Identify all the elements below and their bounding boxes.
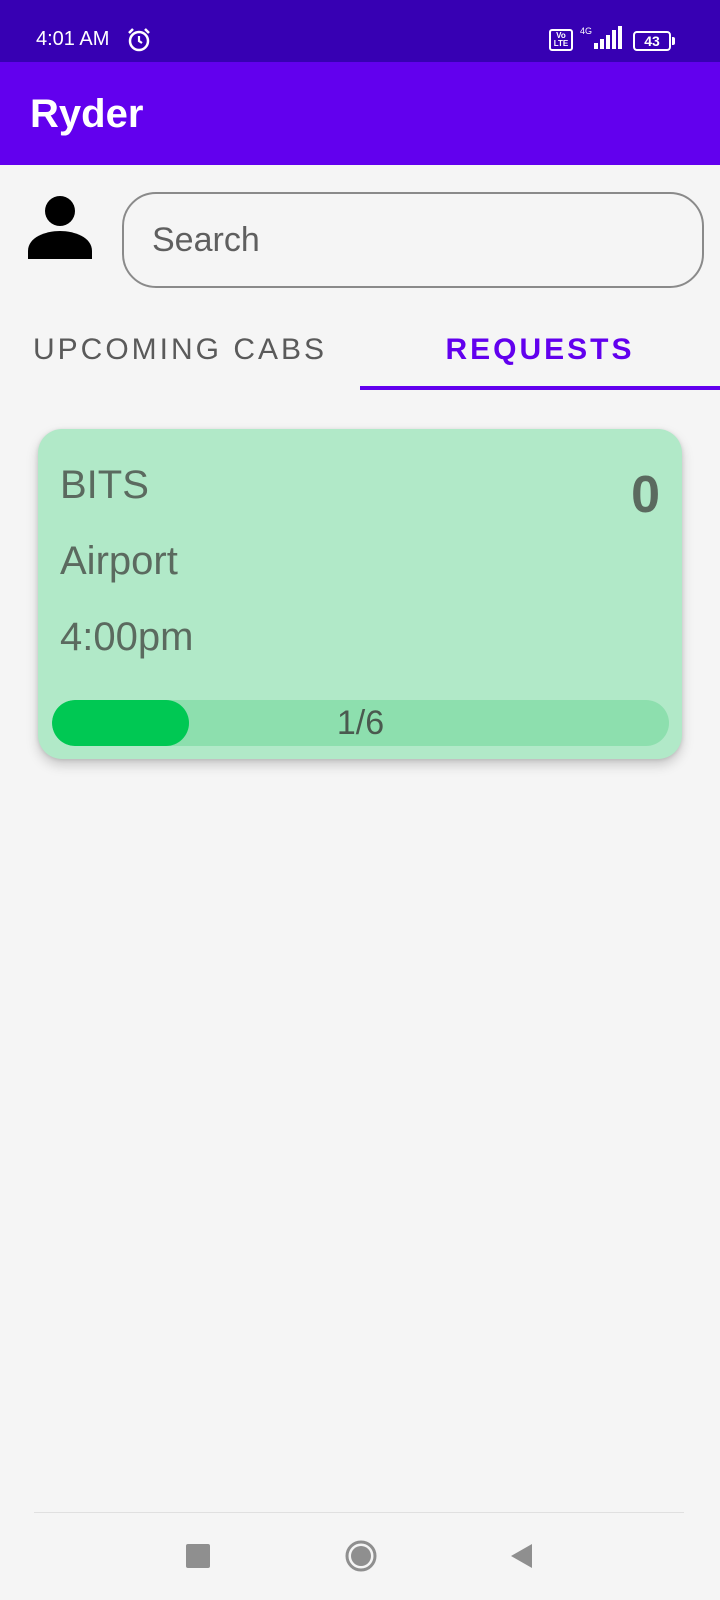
volte-icon: Vo LTE [549, 29, 573, 51]
tab-upcoming-cabs[interactable]: UPCOMING CABS [0, 310, 360, 390]
navigation-bar [0, 1513, 720, 1600]
battery-icon: 43 [633, 31, 675, 51]
tab-indicator [360, 386, 720, 390]
back-icon[interactable] [508, 1541, 534, 1571]
ride-request-card[interactable]: BITS Airport 4:00pm 0 1/6 [38, 429, 682, 759]
volte-line2: LTE [553, 39, 569, 48]
card-time: 4:00pm [60, 615, 194, 659]
tab-bar: UPCOMING CABS REQUESTS [0, 310, 720, 390]
alarm-icon [128, 28, 150, 52]
battery-level: 43 [633, 31, 671, 51]
status-bar: 4:01 AM Vo LTE 4G 43 [0, 0, 720, 62]
card-to: Airport [60, 539, 178, 583]
home-icon[interactable] [344, 1539, 378, 1573]
seats-progress-bar: 1/6 [52, 700, 669, 746]
search-input[interactable] [122, 192, 704, 288]
signal-icon: 4G [580, 26, 622, 49]
network-type-label: 4G [580, 26, 592, 36]
card-count: 0 [631, 466, 660, 524]
app-title: Ryder [30, 92, 144, 136]
status-time: 4:01 AM [36, 28, 110, 50]
profile-icon[interactable] [26, 193, 94, 261]
card-from: BITS [60, 463, 149, 507]
tab-requests[interactable]: REQUESTS [360, 310, 720, 390]
recent-apps-icon[interactable] [186, 1544, 210, 1568]
seats-progress-label: 1/6 [336, 704, 385, 742]
battery-tip [672, 37, 675, 45]
app-bar: Ryder [0, 62, 720, 165]
